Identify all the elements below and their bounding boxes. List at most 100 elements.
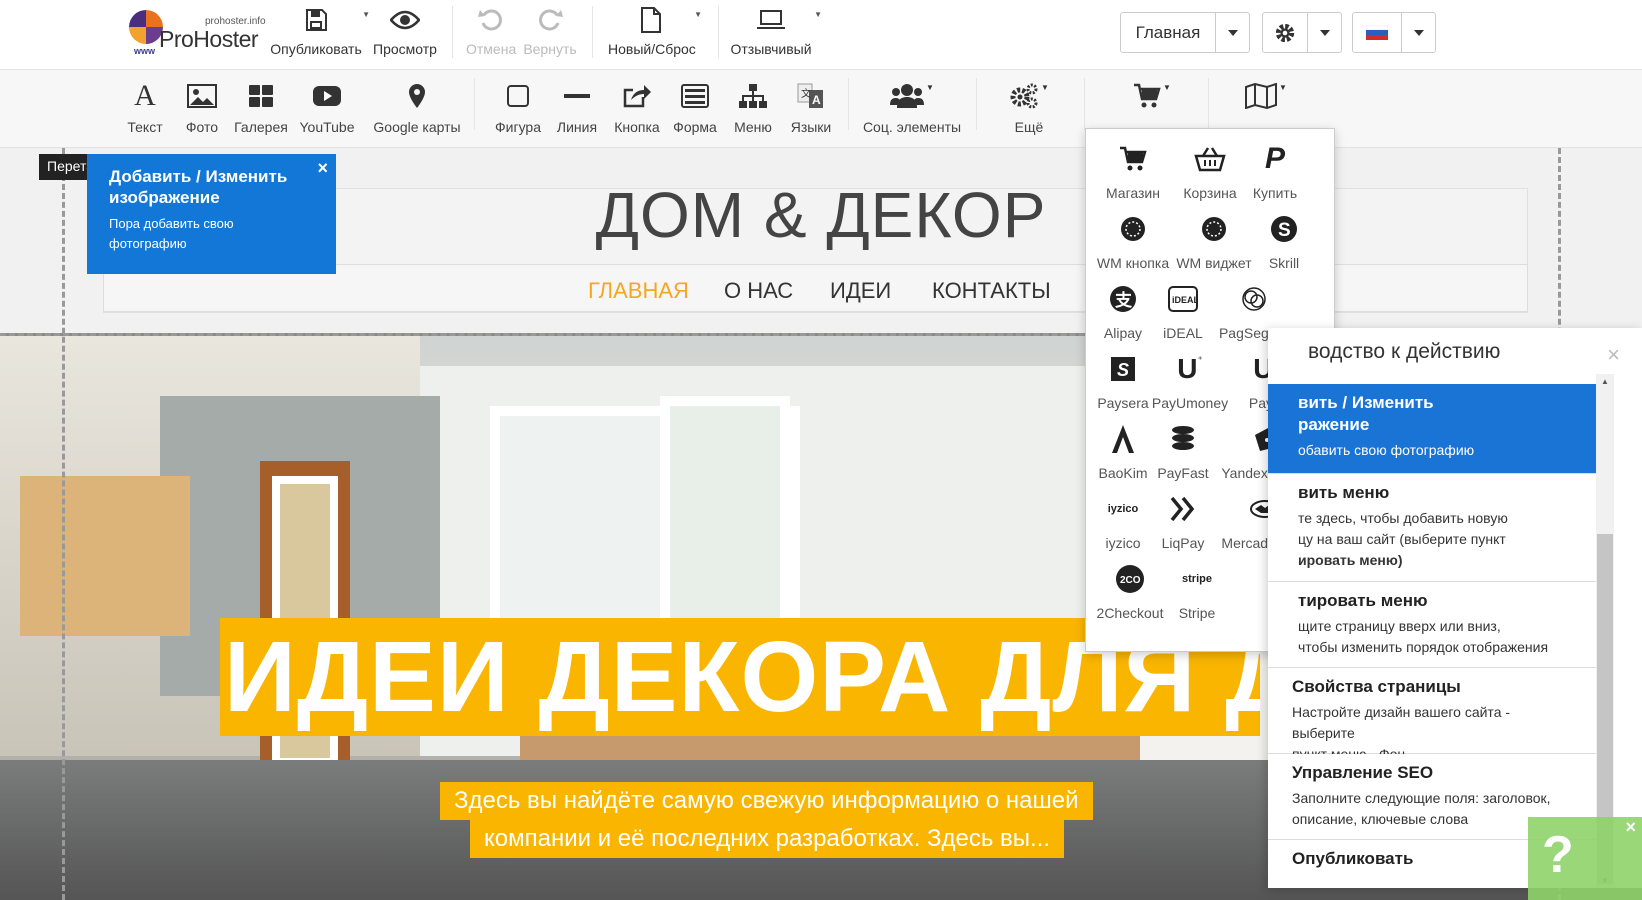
close-icon[interactable]: × <box>317 158 328 179</box>
caret-down-icon: ▼ <box>814 10 822 19</box>
guide-item-add-image[interactable]: вить / Изменить ражение обавить свою фот… <box>1268 384 1598 474</box>
publish-label: Опубликовать <box>270 41 362 57</box>
tooltip-desc: Пора добавить свою фотографию <box>109 216 234 251</box>
hero-subtitle-line1[interactable]: Здесь вы найдёте самую свежую информацию… <box>440 782 1093 820</box>
guide-item-title: Управление SEO <box>1292 763 1434 782</box>
guide-item-title: ражение <box>1298 415 1370 434</box>
language-dropdown[interactable] <box>1352 12 1436 53</box>
guide-item-add-menu[interactable]: вить меню те здесь, чтобы добавить новую… <box>1268 474 1598 582</box>
tool-more[interactable]: ▼ Ещё <box>1002 79 1056 135</box>
guide-line-left <box>62 148 65 900</box>
tool-youtube[interactable]: YouTube <box>296 79 358 135</box>
nav-item-home[interactable]: ГЛАВНАЯ <box>588 278 689 304</box>
shop-item-stripe[interactable]: stripe Stripe <box>1155 561 1239 621</box>
undo-button[interactable]: Отмена <box>466 4 516 57</box>
cart-icon: ▼ <box>1126 79 1178 113</box>
shop-label: Stripe <box>1178 605 1216 621</box>
shop-item-buy[interactable]: P Купить <box>1233 141 1317 201</box>
tool-line[interactable]: Линия <box>554 79 600 135</box>
shop-item-payfast[interactable]: PayFast <box>1141 421 1225 481</box>
preview-button[interactable]: Просмотр <box>372 4 438 57</box>
nav-item-about[interactable]: О НАС <box>724 278 793 304</box>
shop-label: Купить <box>1252 185 1298 201</box>
shop-label: WM кнопка <box>1096 255 1170 271</box>
folded-map-icon: ▼ <box>1238 79 1294 113</box>
separator <box>848 78 849 130</box>
page-select-value: Главная <box>1135 22 1201 42</box>
tool-social[interactable]: ▼ Соц. элементы <box>862 79 962 136</box>
nav-item-ideas[interactable]: ИДЕИ <box>830 278 891 304</box>
shop-item-wm-button[interactable]: WM кнопка <box>1091 211 1175 271</box>
svg-text:文: 文 <box>801 87 811 100</box>
paypal-icon: P <box>1264 142 1285 175</box>
close-icon[interactable]: × <box>1607 342 1620 368</box>
responsive-button[interactable]: ▼ Отзывчивый <box>728 4 822 57</box>
tool-languages[interactable]: 文A Языки <box>786 79 836 135</box>
tool-google-maps[interactable]: Google карты <box>370 79 464 135</box>
new-reset-label: Новый/Сброс <box>608 41 696 57</box>
shop-item-skrill[interactable]: S Skrill <box>1242 211 1326 271</box>
redo-button[interactable]: Вернуть <box>522 4 578 57</box>
drag-label: Перетащите <box>39 154 87 180</box>
separator <box>718 6 719 58</box>
svg-text:iDEAL: iDEAL <box>1172 295 1198 305</box>
hero-subtitle-line2[interactable]: компании и её последних разработках. Зде… <box>470 820 1065 858</box>
settings-dropdown[interactable] <box>1262 12 1342 53</box>
tool-ecommerce[interactable]: ▼ <box>1126 79 1178 113</box>
new-reset-button[interactable]: ▼ Новый/Сброс <box>608 4 702 57</box>
tool-gallery[interactable]: Галерея <box>232 79 290 135</box>
chevron-down-icon[interactable] <box>1215 13 1249 52</box>
tool-photo-label: Фото <box>185 119 219 135</box>
guide-item-edit-menu[interactable]: тировать меню щите страницу вверх или вн… <box>1268 582 1598 668</box>
tool-shape-label: Фигура <box>495 119 541 135</box>
guide-item-title: вить меню <box>1298 483 1390 502</box>
separator <box>976 78 977 130</box>
prohoster-logo[interactable]: prohoster.info ProHoster www <box>127 8 267 58</box>
add-image-tooltip: × Добавить / Изменить изображение Пора д… <box>87 154 336 274</box>
page-select-dropdown[interactable]: Главная <box>1120 12 1250 53</box>
sitemap-icon <box>730 79 776 113</box>
guide-item-page-properties[interactable]: Свойства страницы Настройте дизайн вашег… <box>1268 668 1598 762</box>
shop-item-store[interactable]: Магазин <box>1091 141 1175 201</box>
separator <box>1208 78 1209 130</box>
guide-item-title: вить / Изменить <box>1298 393 1434 412</box>
svg-text:A: A <box>812 93 821 107</box>
eye-icon <box>372 4 438 36</box>
tool-button[interactable]: Кнопка <box>612 79 662 135</box>
tool-shape[interactable]: Фигура <box>488 79 548 135</box>
webmoney-icon <box>1091 211 1175 247</box>
guide-scrollbar[interactable]: ▲ ▼ <box>1596 374 1614 888</box>
redo-icon <box>522 4 578 36</box>
shop-label: Skrill <box>1268 255 1300 271</box>
publish-button[interactable]: ▼ Опубликовать <box>270 4 370 57</box>
chevron-down-icon[interactable] <box>1401 13 1435 52</box>
elements-toolbar: A Текст Фото Галерея YouTube Google карт… <box>0 70 1642 148</box>
separator <box>1084 78 1085 130</box>
map-pin-icon <box>370 79 464 113</box>
tool-text[interactable]: A Текст <box>122 79 168 135</box>
tooltip-title: Добавить / Изменить изображение <box>109 167 288 207</box>
question-icon: ? <box>1542 826 1574 884</box>
svg-text:S: S <box>1278 220 1291 241</box>
close-icon[interactable]: × <box>1625 817 1636 838</box>
tool-menu[interactable]: Меню <box>730 79 776 135</box>
tool-photo[interactable]: Фото <box>180 79 224 135</box>
guide-item-title: Свойства страницы <box>1292 677 1461 696</box>
laptop-icon <box>728 4 814 36</box>
tool-form[interactable]: Форма <box>670 79 720 135</box>
nav-item-contacts[interactable]: КОНТАКТЫ <box>932 278 1051 304</box>
translate-icon: 文A <box>786 79 836 113</box>
shop-item-payumoney[interactable]: U ⁺ PayUmoney <box>1148 351 1232 411</box>
guide-item-desc: обавить свою фотографию <box>1298 442 1475 458</box>
tool-social-label: Соц. элементы <box>862 119 962 135</box>
tool-map-pages[interactable]: ▼ <box>1238 79 1294 113</box>
chevron-down-icon[interactable] <box>1307 13 1341 52</box>
shop-label: PayFast <box>1157 465 1209 481</box>
help-widget[interactable]: ? × <box>1528 817 1642 900</box>
line-icon <box>554 79 600 113</box>
text-a-icon: A <box>134 79 156 112</box>
tool-more-label: Ещё <box>1014 119 1044 135</box>
guide-item-desc: те здесь, чтобы добавить новую цу на ваш … <box>1298 510 1508 568</box>
action-guide-panel: водство к действию × вить / Изменить раж… <box>1268 328 1642 888</box>
undo-label: Отмена <box>466 41 517 57</box>
